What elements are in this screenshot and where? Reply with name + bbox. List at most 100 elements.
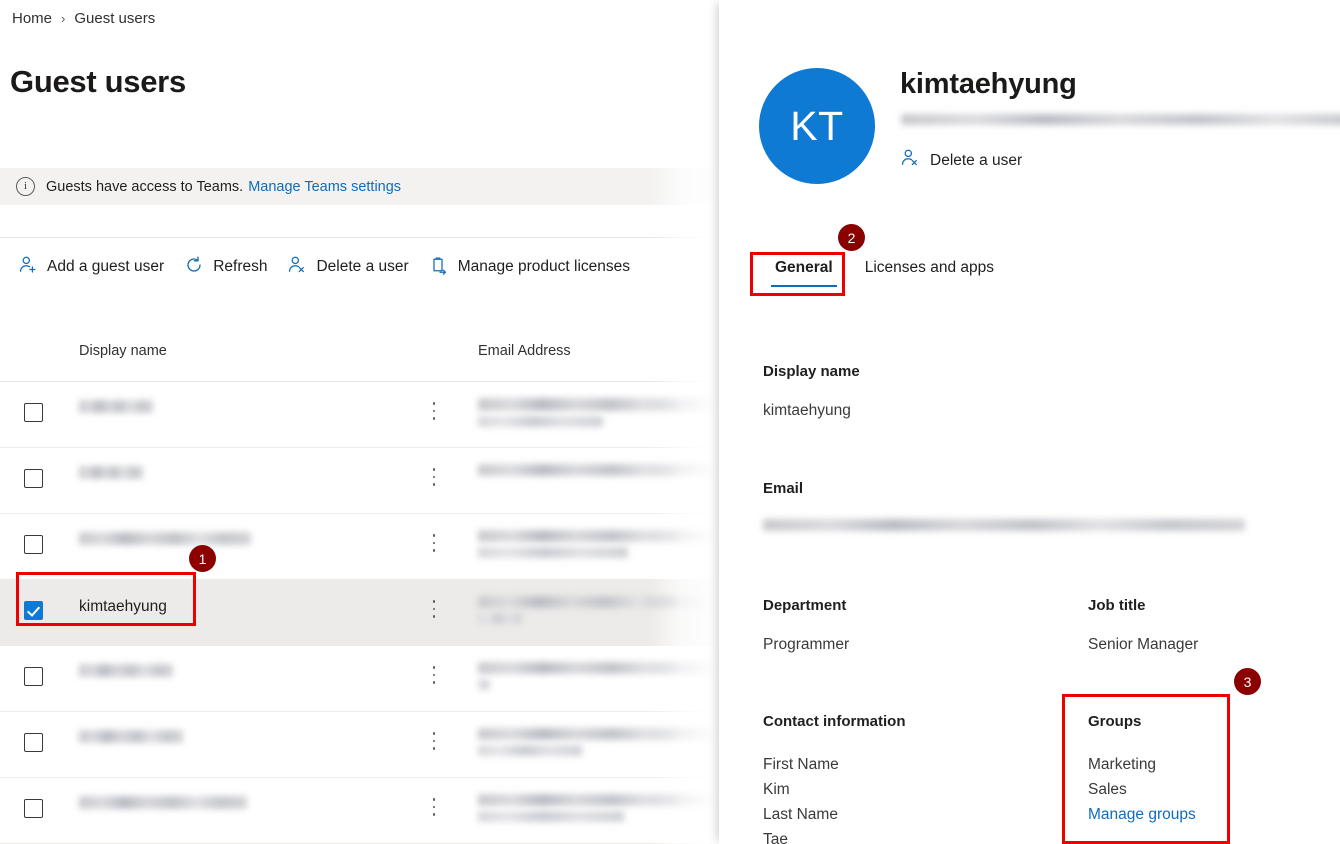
command-bar-divider [0,237,719,238]
row-more-actions-icon[interactable] [428,798,440,820]
row-checkbox[interactable] [24,601,43,620]
add-a-guest-user-button[interactable]: Add a guest user [12,251,178,284]
refresh-button[interactable]: Refresh [178,251,281,284]
row-email-address[interactable] [478,728,718,761]
row-checkbox[interactable] [24,799,43,818]
row-display-name[interactable] [79,796,247,814]
field-groups: Groups Marketing Sales Manage groups [1088,713,1196,827]
redacted-text [763,519,1245,531]
row-email-address[interactable] [478,398,716,432]
info-message-bar: i Guests have access to Teams. Manage Te… [0,168,719,205]
row-display-name[interactable]: kimtaehyung [79,598,167,616]
redacted-text [478,547,628,558]
field-department-value: Programmer [763,636,849,654]
row-checkbox[interactable] [24,733,43,752]
page-title: Guest users [10,64,186,100]
row-more-actions-icon[interactable] [428,732,440,754]
avatar: KT [759,68,875,184]
redacted-text [478,416,603,427]
field-department: Department Programmer [763,597,849,654]
table-row[interactable] [0,514,719,580]
column-header-display-name[interactable]: Display name [79,343,167,359]
redacted-text [478,596,706,608]
field-display-name: Display name kimtaehyung [763,363,860,420]
field-email-label: Email [763,480,1245,497]
row-display-name[interactable] [79,532,251,550]
manage-groups-link[interactable]: Manage groups [1088,802,1196,827]
field-last-name-label: Last Name [763,802,906,827]
table-row[interactable] [0,646,719,712]
redacted-text [478,464,718,476]
row-more-actions-icon[interactable] [428,402,440,424]
panel-user-name: kimtaehyung [900,68,1077,101]
field-department-label: Department [763,597,849,614]
redacted-text [79,664,173,677]
row-more-actions-icon[interactable] [428,666,440,688]
group-item-marketing: Marketing [1088,752,1196,777]
row-display-name[interactable] [79,400,153,418]
row-email-address[interactable] [478,662,718,695]
redacted-text [901,114,1340,125]
table-header-row: Display name Email Address [0,340,719,370]
person-add-icon [18,255,38,280]
breadcrumb: Home › Guest users [12,10,155,27]
breadcrumb-current: Guest users [74,10,155,27]
redacted-text [478,398,716,411]
redacted-text [478,811,624,822]
panel-user-email-redacted [901,114,1340,128]
redacted-text [478,662,718,674]
row-checkbox[interactable] [24,469,43,488]
table-row[interactable] [0,712,719,778]
row-display-name[interactable] [79,466,143,484]
field-display-name-value: kimtaehyung [763,402,860,420]
guest-users-table: kimtaehyung [0,382,719,844]
info-message-text: Guests have access to Teams. [46,179,243,195]
row-checkbox[interactable] [24,535,43,554]
panel-delete-a-user-button[interactable]: Delete a user [900,148,1022,173]
redacted-text [478,728,718,740]
row-display-name[interactable] [79,664,173,682]
field-contact-information: Contact information First Name Kim Last … [763,713,906,844]
table-row[interactable] [0,448,719,514]
manage-product-licenses-button[interactable]: Manage product licenses [423,251,644,284]
field-first-name-value: Kim [763,777,906,802]
person-delete-icon [900,148,920,173]
tab-licenses-and-apps[interactable]: Licenses and apps [849,255,1010,287]
field-job-title: Job title Senior Manager [1088,597,1198,654]
redacted-text [478,613,522,624]
row-display-name[interactable] [79,730,183,748]
row-checkbox[interactable] [24,403,43,422]
field-email: Email [763,480,1245,536]
field-first-name-label: First Name [763,752,906,777]
tab-general[interactable]: General [759,255,849,287]
redacted-text [79,466,143,479]
row-email-address[interactable] [478,596,706,629]
row-more-actions-icon[interactable] [428,534,440,556]
table-row[interactable] [0,778,719,844]
column-header-email-address[interactable]: Email Address [478,343,571,359]
panel-delete-a-user-label: Delete a user [930,152,1022,170]
field-contact-information-label: Contact information [763,713,906,730]
person-delete-icon [287,255,307,280]
redacted-text [478,794,718,806]
row-email-address[interactable] [478,794,718,827]
row-checkbox[interactable] [24,667,43,686]
guest-users-list-pane: Home › Guest users Guest users i Guests … [0,0,719,844]
table-row-kimtaehyung[interactable]: kimtaehyung [0,580,719,646]
redacted-text [478,679,490,690]
redacted-text [79,796,247,809]
table-row[interactable] [0,382,719,448]
app-root: Home › Guest users Guest users i Guests … [0,0,1340,844]
row-more-actions-icon[interactable] [428,600,440,622]
row-more-actions-icon[interactable] [428,468,440,490]
delete-a-user-button[interactable]: Delete a user [281,251,422,284]
row-email-address[interactable] [478,530,718,563]
group-item-sales: Sales [1088,777,1196,802]
redacted-text [79,532,251,545]
manage-teams-settings-link[interactable]: Manage Teams settings [248,179,401,195]
clipboard-arrow-icon [429,255,449,280]
row-email-address[interactable] [478,464,718,481]
refresh-label: Refresh [213,258,267,276]
user-details-panel: KT kimtaehyung Delete a user General Lic… [719,0,1340,844]
breadcrumb-home-link[interactable]: Home [12,10,52,27]
